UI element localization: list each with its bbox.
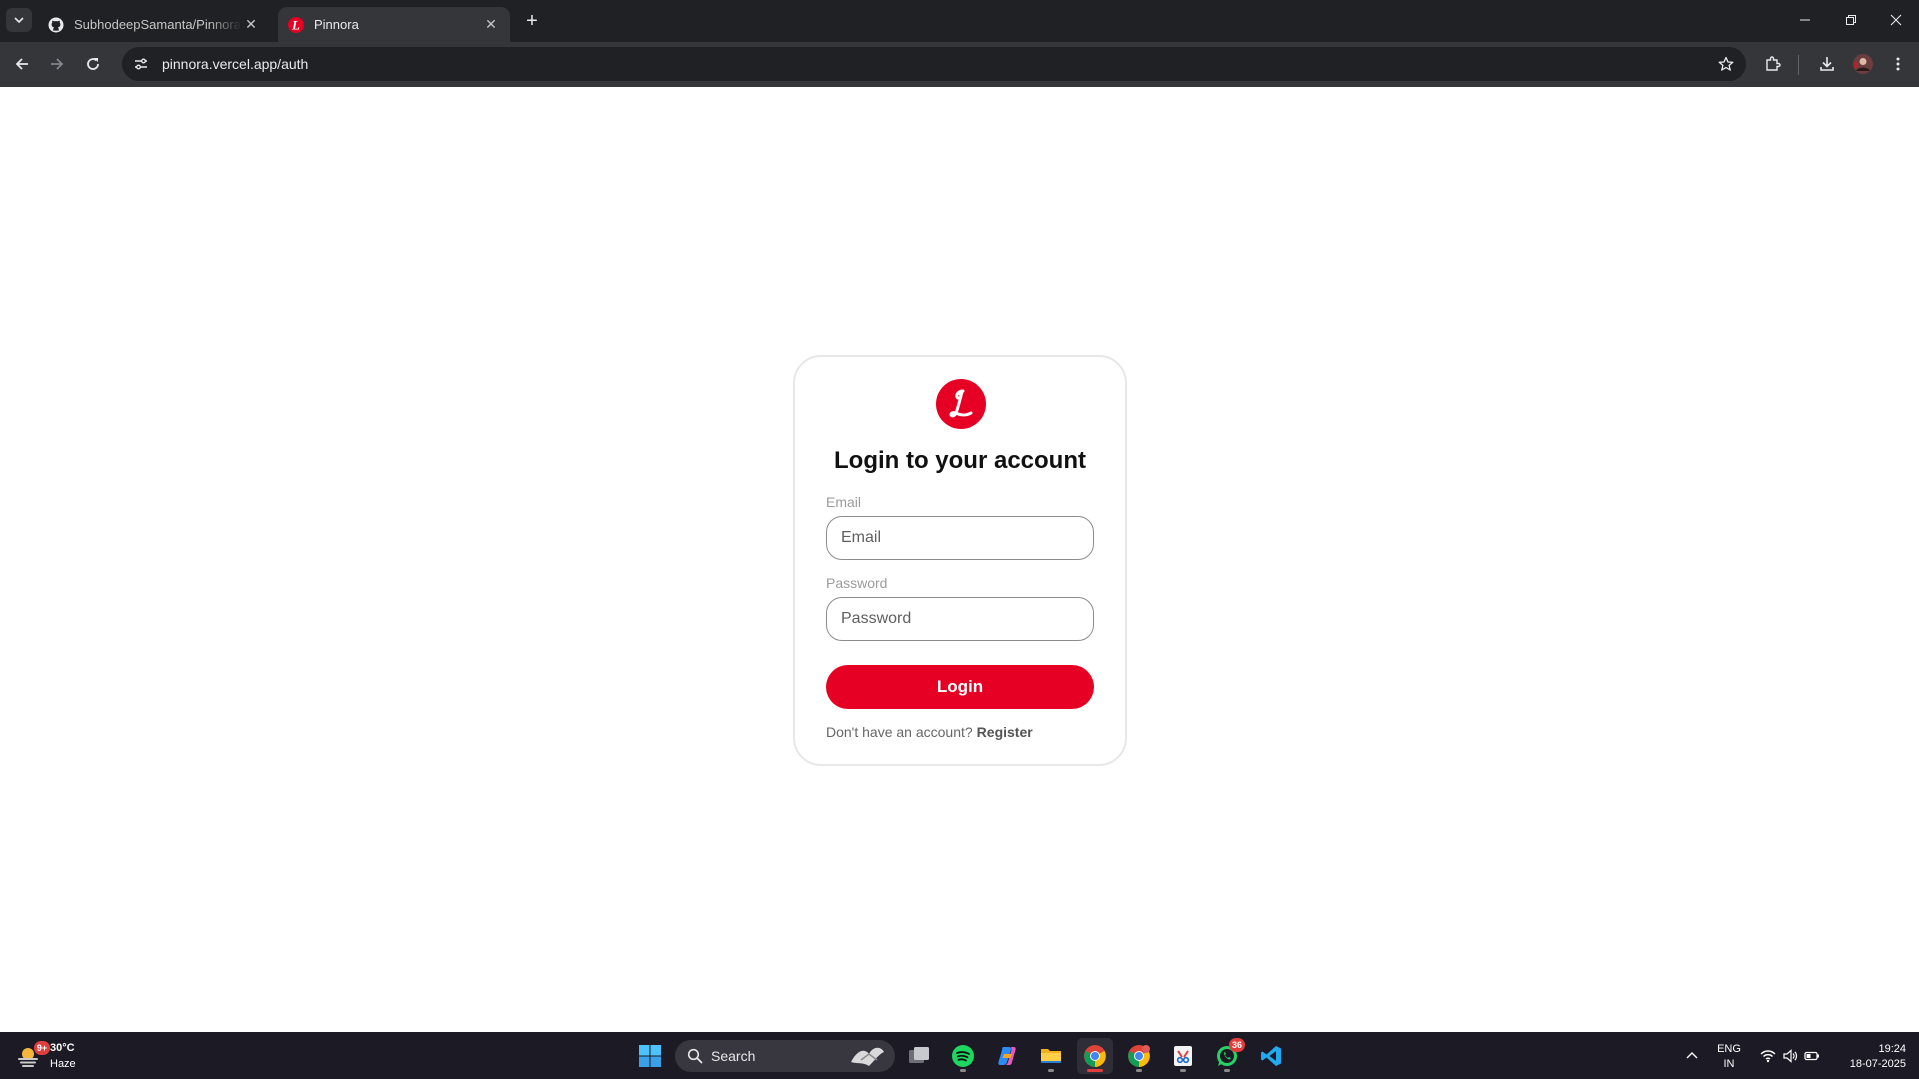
arrow-right-icon bbox=[51, 58, 64, 70]
weather-widget[interactable]: 9+ 30°C Haze bbox=[14, 1038, 94, 1074]
active-indicator bbox=[1087, 1069, 1103, 1072]
site-info-icon[interactable] bbox=[126, 49, 156, 79]
more-vertical-icon bbox=[1896, 57, 1900, 71]
extensions-button[interactable] bbox=[1759, 50, 1787, 78]
clock-time: 19:24 bbox=[1878, 1043, 1906, 1055]
running-indicator bbox=[1136, 1069, 1142, 1072]
taskbar-chrome-profile[interactable] bbox=[1121, 1038, 1157, 1074]
reload-button[interactable] bbox=[79, 50, 107, 78]
avatar bbox=[1853, 54, 1873, 74]
pinnora-logo bbox=[936, 379, 986, 429]
language-indicator[interactable]: ENG IN bbox=[1715, 1042, 1743, 1072]
taskbar-copilot[interactable] bbox=[989, 1038, 1025, 1074]
weather-temperature: 30°C bbox=[50, 1042, 75, 1054]
windows-start-icon bbox=[639, 1045, 661, 1067]
page-title: Login to your account bbox=[834, 447, 1086, 474]
email-label: Email bbox=[826, 494, 862, 510]
back-button[interactable] bbox=[8, 50, 36, 78]
weather-condition: Haze bbox=[50, 1058, 76, 1070]
register-prompt: Don't have an account? bbox=[826, 724, 973, 740]
login-card: Login to your account Email Password Log… bbox=[793, 355, 1127, 766]
toolbar-divider bbox=[1798, 55, 1799, 75]
clock-date: 18-07-2025 bbox=[1849, 1058, 1906, 1070]
pinnora-logo-icon: L bbox=[288, 16, 304, 33]
taskbar-whatsapp[interactable]: 36 bbox=[1209, 1038, 1245, 1074]
close-tab-icon[interactable]: ✕ bbox=[482, 16, 500, 34]
region-code: IN bbox=[1723, 1058, 1735, 1070]
tab-github[interactable]: SubhodeepSamanta/Pinnora: P ✕ bbox=[38, 7, 270, 42]
quick-settings-button[interactable] bbox=[1756, 1032, 1824, 1079]
volume-icon bbox=[1783, 1048, 1798, 1063]
register-prompt-row: Don't have an account? Register bbox=[826, 724, 1033, 740]
tab-title: SubhodeepSamanta/Pinnora: P bbox=[74, 17, 242, 32]
url-text: pinnora.vercel.app/auth bbox=[162, 56, 309, 72]
pinnora-logo-icon bbox=[949, 389, 973, 418]
taskbar-chrome[interactable] bbox=[1077, 1038, 1113, 1074]
password-label: Password bbox=[826, 575, 888, 591]
running-indicator bbox=[1180, 1069, 1186, 1072]
new-tab-button[interactable]: + bbox=[520, 9, 544, 33]
search-highlight-icon bbox=[851, 1047, 884, 1066]
copilot-icon bbox=[998, 1047, 1016, 1065]
browser-menu-button[interactable] bbox=[1884, 50, 1912, 78]
running-indicator bbox=[1224, 1069, 1230, 1072]
svg-text:L: L bbox=[291, 17, 300, 32]
puzzle-icon bbox=[1766, 56, 1781, 71]
close-window-button[interactable] bbox=[1873, 0, 1919, 40]
notification-badge: 9+ bbox=[34, 1041, 50, 1055]
restore-icon bbox=[1846, 15, 1856, 25]
forward-button[interactable] bbox=[43, 50, 71, 78]
show-hidden-icons-button[interactable] bbox=[1680, 1032, 1704, 1079]
minimize-button[interactable] bbox=[1782, 0, 1828, 40]
close-icon bbox=[1890, 14, 1902, 26]
taskbar-file-explorer[interactable] bbox=[1033, 1038, 1069, 1074]
file-explorer-icon bbox=[1041, 1049, 1061, 1063]
email-field[interactable] bbox=[826, 516, 1094, 560]
register-link[interactable]: Register bbox=[977, 724, 1033, 740]
address-bar[interactable]: pinnora.vercel.app/auth bbox=[122, 47, 1746, 81]
snipping-tool-icon bbox=[1174, 1046, 1192, 1066]
browser-toolbar: pinnora.vercel.app/auth bbox=[0, 42, 1919, 87]
taskbar-snipping-tool[interactable] bbox=[1165, 1038, 1201, 1074]
wifi-icon bbox=[1760, 1049, 1776, 1062]
bookmark-star-icon[interactable] bbox=[1714, 52, 1738, 76]
page-content: Login to your account Email Password Log… bbox=[0, 87, 1919, 1032]
notification-badge: 36 bbox=[1229, 1038, 1245, 1052]
start-button[interactable] bbox=[632, 1038, 668, 1074]
tab-search-button[interactable] bbox=[6, 8, 32, 32]
taskbar-search[interactable]: Search bbox=[675, 1040, 895, 1072]
running-indicator bbox=[960, 1069, 966, 1072]
language-code: ENG bbox=[1717, 1043, 1741, 1055]
tab-title: Pinnora bbox=[314, 17, 359, 32]
minimize-icon bbox=[1800, 19, 1810, 21]
chrome-icon bbox=[1084, 1045, 1106, 1067]
running-indicator bbox=[1048, 1069, 1054, 1072]
tab-pinnora[interactable]: L Pinnora ✕ bbox=[278, 7, 510, 42]
task-view-icon bbox=[909, 1047, 929, 1063]
chevron-down-icon bbox=[14, 17, 24, 24]
browser-tab-strip: SubhodeepSamanta/Pinnora: P ✕ L Pinnora … bbox=[0, 0, 1919, 42]
taskbar-spotify[interactable] bbox=[945, 1038, 981, 1074]
taskbar-clock[interactable]: 19:24 18-07-2025 bbox=[1832, 1042, 1906, 1072]
chrome-profile-icon bbox=[1128, 1045, 1150, 1067]
github-icon bbox=[48, 17, 64, 33]
task-view-button[interactable] bbox=[901, 1038, 937, 1074]
spotify-icon bbox=[952, 1045, 974, 1067]
battery-icon bbox=[1804, 1051, 1819, 1060]
restore-button[interactable] bbox=[1828, 0, 1874, 40]
login-button[interactable]: Login bbox=[826, 665, 1094, 709]
close-tab-icon[interactable]: ✕ bbox=[242, 16, 260, 34]
download-icon bbox=[1820, 57, 1834, 71]
password-field[interactable] bbox=[826, 597, 1094, 641]
downloads-button[interactable] bbox=[1813, 50, 1841, 78]
taskbar-vscode[interactable] bbox=[1253, 1038, 1289, 1074]
vscode-icon bbox=[1261, 1046, 1281, 1066]
chevron-up-icon bbox=[1686, 1051, 1698, 1058]
arrow-left-icon bbox=[15, 58, 28, 70]
profile-button[interactable] bbox=[1849, 50, 1877, 78]
reload-icon bbox=[87, 58, 99, 70]
search-icon bbox=[687, 1048, 703, 1064]
search-label: Search bbox=[711, 1048, 756, 1064]
windows-taskbar: 9+ 30°C Haze Search 36 ENG IN 19:24 18-0… bbox=[0, 1032, 1919, 1079]
